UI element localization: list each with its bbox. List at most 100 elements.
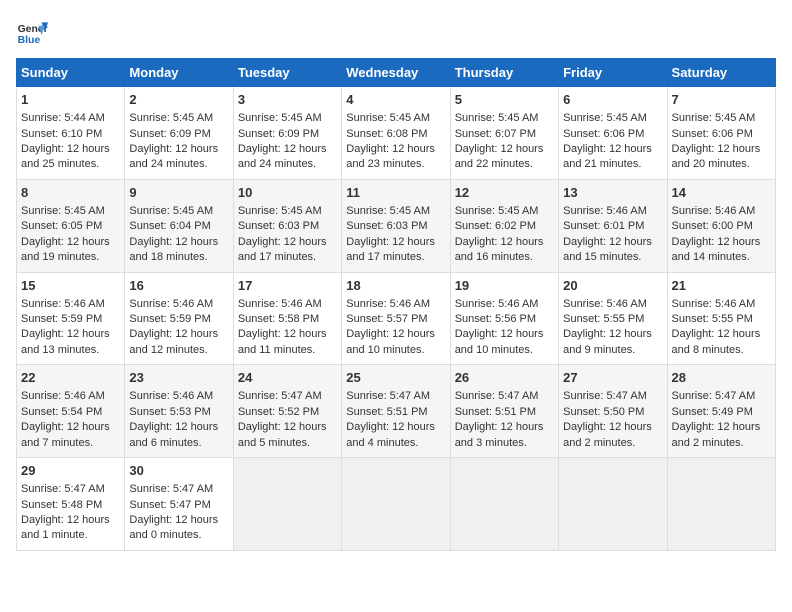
day-number: 4 — [346, 91, 445, 109]
day-info: Sunrise: 5:45 AMSunset: 6:08 PMDaylight:… — [346, 112, 435, 170]
day-info: Sunrise: 5:46 AMSunset: 5:55 PMDaylight:… — [563, 298, 652, 356]
day-info: Sunrise: 5:45 AMSunset: 6:09 PMDaylight:… — [238, 112, 327, 170]
calendar-cell: 2Sunrise: 5:45 AMSunset: 6:09 PMDaylight… — [125, 87, 233, 180]
day-info: Sunrise: 5:47 AMSunset: 5:48 PMDaylight:… — [21, 483, 110, 541]
calendar-cell: 14 Sunrise: 5:46 AMSunset: 6:00 PMDayligh… — [667, 179, 775, 272]
calendar-cell: 15 Sunrise: 5:46 AMSunset: 5:59 PMDayligh… — [17, 272, 125, 365]
calendar-week: 29 Sunrise: 5:47 AMSunset: 5:48 PMDayligh… — [17, 458, 776, 551]
day-number: 21 — [672, 277, 771, 295]
calendar-cell: 4 Sunrise: 5:45 AMSunset: 6:08 PMDaylight… — [342, 87, 450, 180]
day-info: Sunrise: 5:45 AMSunset: 6:03 PMDaylight:… — [238, 205, 327, 263]
header-day: Saturday — [667, 59, 775, 87]
calendar-cell: 6 Sunrise: 5:45 AMSunset: 6:06 PMDaylight… — [559, 87, 667, 180]
day-number: 9 — [129, 184, 228, 202]
calendar-cell: 17 Sunrise: 5:46 AMSunset: 5:58 PMDayligh… — [233, 272, 341, 365]
day-number: 15 — [21, 277, 120, 295]
calendar-cell: 22 Sunrise: 5:46 AMSunset: 5:54 PMDayligh… — [17, 365, 125, 458]
day-number: 1 — [21, 91, 120, 109]
header-day: Thursday — [450, 59, 558, 87]
day-number: 16 — [129, 277, 228, 295]
calendar-cell: 25Sunrise: 5:47 AMSunset: 5:51 PMDayligh… — [342, 365, 450, 458]
svg-text:Blue: Blue — [18, 35, 41, 46]
calendar-body: 1Sunrise: 5:44 AMSunset: 6:10 PMDaylight… — [17, 87, 776, 551]
header-day: Wednesday — [342, 59, 450, 87]
day-number: 29 — [21, 462, 120, 480]
day-info: Sunrise: 5:46 AMSunset: 5:56 PMDaylight:… — [455, 298, 544, 356]
calendar-cell: 24 Sunrise: 5:47 AMSunset: 5:52 PMDayligh… — [233, 365, 341, 458]
calendar-cell — [559, 458, 667, 551]
day-number: 30 — [129, 462, 228, 480]
calendar-cell: 29 Sunrise: 5:47 AMSunset: 5:48 PMDayligh… — [17, 458, 125, 551]
calendar-cell: 27 Sunrise: 5:47 AMSunset: 5:50 PMDayligh… — [559, 365, 667, 458]
calendar-cell: 11 Sunrise: 5:45 AMSunset: 6:03 PMDayligh… — [342, 179, 450, 272]
day-number: 3 — [238, 91, 337, 109]
day-number: 13 — [563, 184, 662, 202]
day-number: 26 — [455, 369, 554, 387]
calendar-cell: 8Sunrise: 5:45 AMSunset: 6:05 PMDaylight… — [17, 179, 125, 272]
day-info: Sunrise: 5:45 AMSunset: 6:06 PMDaylight:… — [672, 112, 761, 170]
day-number: 6 — [563, 91, 662, 109]
calendar-cell: 5Sunrise: 5:45 AMSunset: 6:07 PMDaylight… — [450, 87, 558, 180]
day-info: Sunrise: 5:46 AMSunset: 5:58 PMDaylight:… — [238, 298, 327, 356]
calendar-week: 1Sunrise: 5:44 AMSunset: 6:10 PMDaylight… — [17, 87, 776, 180]
day-number: 20 — [563, 277, 662, 295]
day-info: Sunrise: 5:45 AMSunset: 6:03 PMDaylight:… — [346, 205, 435, 263]
header-row: SundayMondayTuesdayWednesdayThursdayFrid… — [17, 59, 776, 87]
day-info: Sunrise: 5:46 AMSunset: 5:55 PMDaylight:… — [672, 298, 761, 356]
day-number: 10 — [238, 184, 337, 202]
header-day: Monday — [125, 59, 233, 87]
day-info: Sunrise: 5:46 AMSunset: 6:01 PMDaylight:… — [563, 205, 652, 263]
calendar-cell: 26 Sunrise: 5:47 AMSunset: 5:51 PMDayligh… — [450, 365, 558, 458]
calendar-week: 22 Sunrise: 5:46 AMSunset: 5:54 PMDayligh… — [17, 365, 776, 458]
day-info: Sunrise: 5:46 AMSunset: 5:57 PMDaylight:… — [346, 298, 435, 356]
day-number: 17 — [238, 277, 337, 295]
calendar-cell: 28 Sunrise: 5:47 AMSunset: 5:49 PMDayligh… — [667, 365, 775, 458]
logo: General Blue — [16, 16, 48, 48]
header-day: Friday — [559, 59, 667, 87]
calendar-cell: 18 Sunrise: 5:46 AMSunset: 5:57 PMDayligh… — [342, 272, 450, 365]
day-number: 8 — [21, 184, 120, 202]
day-info: Sunrise: 5:47 AMSunset: 5:50 PMDaylight:… — [563, 390, 652, 448]
calendar-cell: 16Sunrise: 5:46 AMSunset: 5:59 PMDayligh… — [125, 272, 233, 365]
calendar-cell: 7 Sunrise: 5:45 AMSunset: 6:06 PMDaylight… — [667, 87, 775, 180]
day-number: 18 — [346, 277, 445, 295]
calendar-cell: 20 Sunrise: 5:46 AMSunset: 5:55 PMDayligh… — [559, 272, 667, 365]
header-day: Sunday — [17, 59, 125, 87]
day-number: 28 — [672, 369, 771, 387]
day-number: 25 — [346, 369, 445, 387]
day-info: Sunrise: 5:45 AMSunset: 6:06 PMDaylight:… — [563, 112, 652, 170]
day-info: Sunrise: 5:46 AMSunset: 6:00 PMDaylight:… — [672, 205, 761, 263]
calendar-header: SundayMondayTuesdayWednesdayThursdayFrid… — [17, 59, 776, 87]
day-info: Sunrise: 5:45 AMSunset: 6:04 PMDaylight:… — [129, 205, 218, 263]
calendar-table: SundayMondayTuesdayWednesdayThursdayFrid… — [16, 58, 776, 551]
day-number: 11 — [346, 184, 445, 202]
calendar-cell — [342, 458, 450, 551]
day-number: 23 — [129, 369, 228, 387]
day-info: Sunrise: 5:47 AMSunset: 5:47 PMDaylight:… — [129, 483, 218, 541]
day-info: Sunrise: 5:47 AMSunset: 5:52 PMDaylight:… — [238, 390, 327, 448]
calendar-cell: 21 Sunrise: 5:46 AMSunset: 5:55 PMDayligh… — [667, 272, 775, 365]
day-number: 22 — [21, 369, 120, 387]
calendar-cell: 1Sunrise: 5:44 AMSunset: 6:10 PMDaylight… — [17, 87, 125, 180]
day-number: 7 — [672, 91, 771, 109]
day-info: Sunrise: 5:46 AMSunset: 5:54 PMDaylight:… — [21, 390, 110, 448]
calendar-cell — [667, 458, 775, 551]
day-info: Sunrise: 5:45 AMSunset: 6:02 PMDaylight:… — [455, 205, 544, 263]
day-info: Sunrise: 5:47 AMSunset: 5:49 PMDaylight:… — [672, 390, 761, 448]
day-number: 24 — [238, 369, 337, 387]
day-number: 27 — [563, 369, 662, 387]
calendar-cell: 3 Sunrise: 5:45 AMSunset: 6:09 PMDaylight… — [233, 87, 341, 180]
day-number: 2 — [129, 91, 228, 109]
day-info: Sunrise: 5:46 AMSunset: 5:59 PMDaylight:… — [21, 298, 110, 356]
day-info: Sunrise: 5:45 AMSunset: 6:07 PMDaylight:… — [455, 112, 544, 170]
calendar-cell: 19Sunrise: 5:46 AMSunset: 5:56 PMDayligh… — [450, 272, 558, 365]
day-info: Sunrise: 5:46 AMSunset: 5:53 PMDaylight:… — [129, 390, 218, 448]
calendar-cell: 9 Sunrise: 5:45 AMSunset: 6:04 PMDaylight… — [125, 179, 233, 272]
calendar-cell: 13 Sunrise: 5:46 AMSunset: 6:01 PMDayligh… — [559, 179, 667, 272]
day-number: 12 — [455, 184, 554, 202]
logo-icon: General Blue — [16, 16, 48, 48]
page-header: General Blue — [16, 16, 776, 48]
day-number: 14 — [672, 184, 771, 202]
calendar-cell: 23 Sunrise: 5:46 AMSunset: 5:53 PMDayligh… — [125, 365, 233, 458]
day-info: Sunrise: 5:47 AMSunset: 5:51 PMDaylight:… — [455, 390, 544, 448]
